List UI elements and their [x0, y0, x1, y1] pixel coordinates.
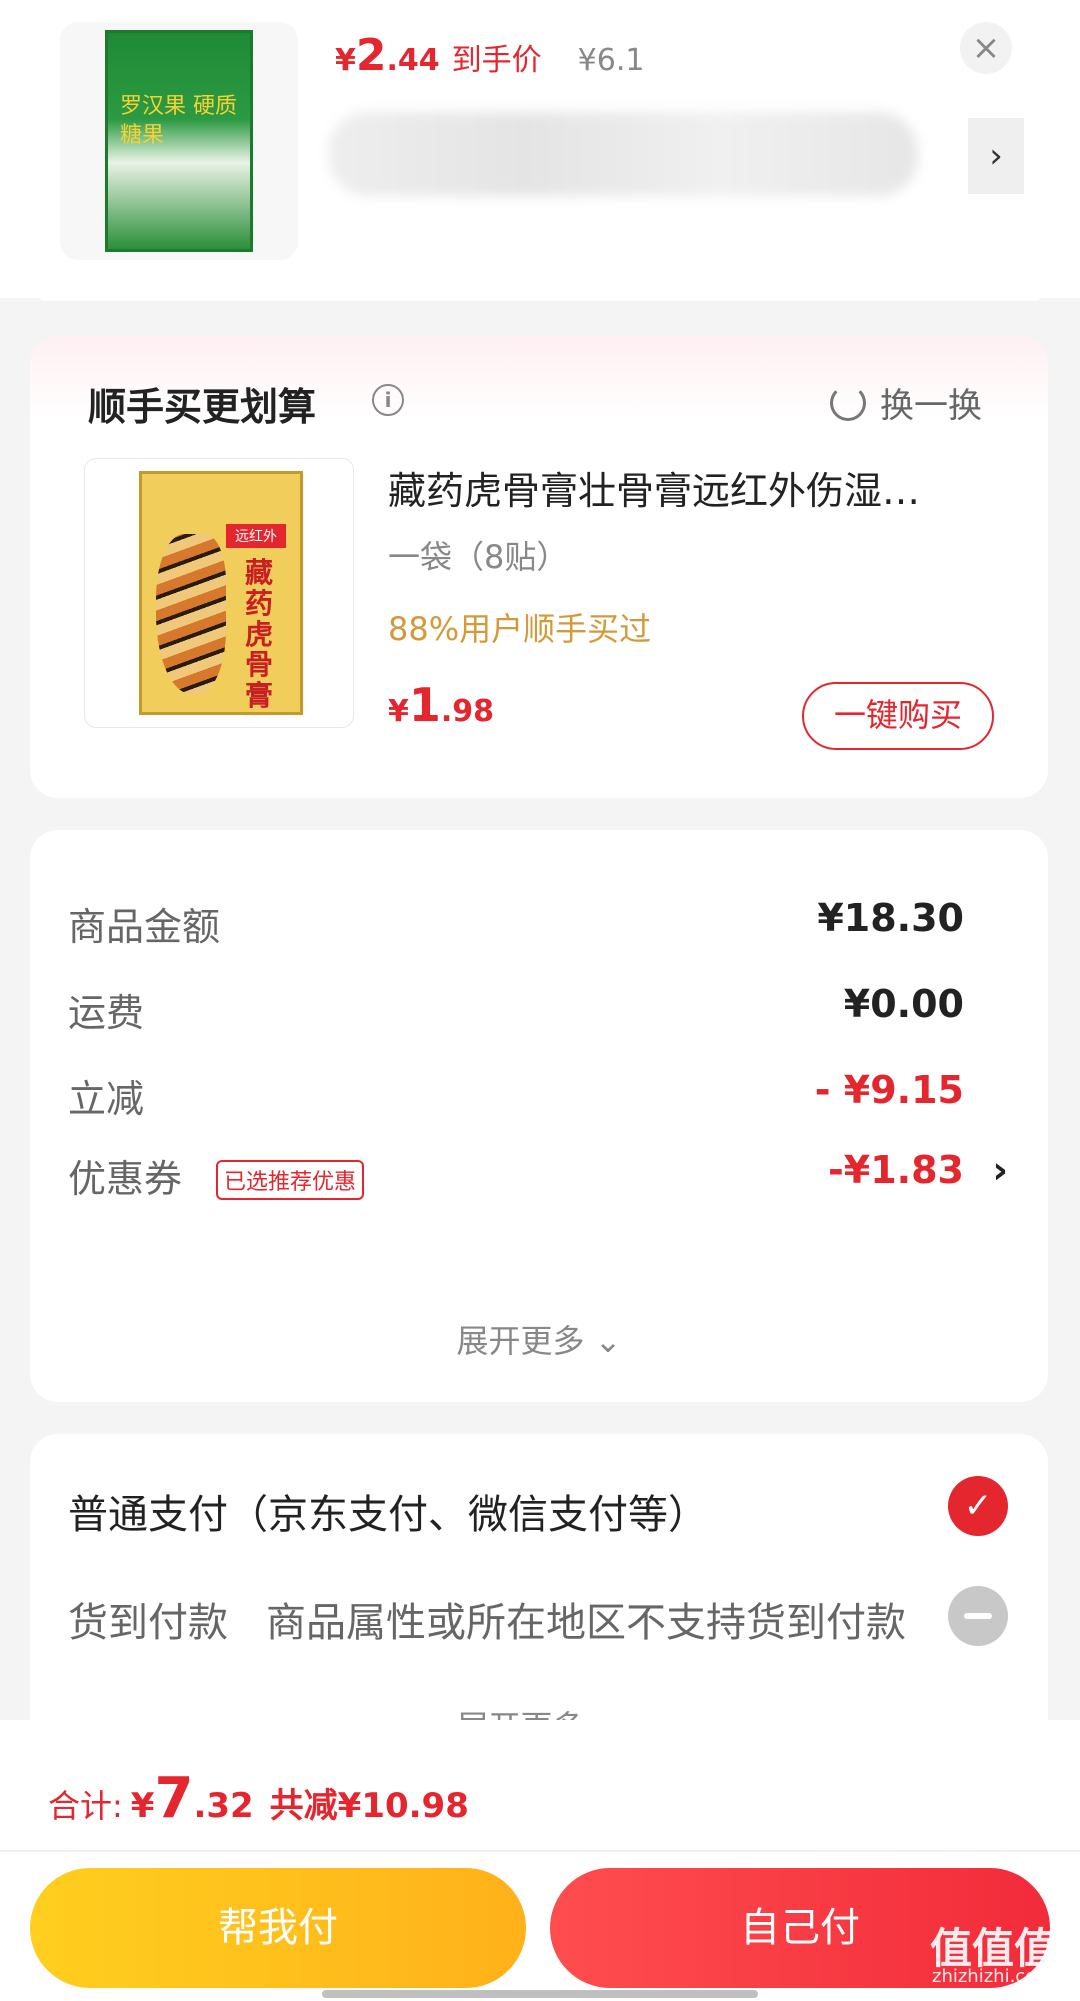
coupon-badge: 已选推荐优惠	[216, 1160, 365, 1200]
close-icon[interactable]: ×	[960, 22, 1012, 74]
top-product-image[interactable]: 罗汉果 硬质糖果	[60, 22, 298, 260]
box-name: 藏药虎骨膏	[244, 556, 273, 713]
box-label: 远红外	[226, 524, 286, 548]
swap-label: 换一换	[880, 386, 982, 426]
info-icon[interactable]: i	[372, 384, 404, 416]
checkmark-icon[interactable]: ✓	[948, 1476, 1008, 1536]
total-amount: 合计: ¥ 7 .32 共减¥10.98	[48, 1766, 469, 1831]
price-summary-card: 商品金额 ¥18.30 运费 ¥0.00 立减 - ¥9.15 优惠券 已选推荐…	[30, 830, 1048, 1402]
addon-title: 顺手买更划算	[88, 385, 317, 429]
chevron-right-icon[interactable]: ›	[992, 1148, 1008, 1192]
refresh-icon	[830, 384, 866, 421]
expand-more-link[interactable]: 展开更多 ⌄	[30, 1316, 1048, 1362]
divider	[0, 1850, 1080, 1852]
summary-row-coupon[interactable]: 优惠券 已选推荐优惠 -¥1.83 ›	[68, 1148, 1008, 1208]
addon-product-name[interactable]: 藏药虎骨膏壮骨膏远红外伤湿…	[388, 460, 988, 515]
addon-purchase-rate: 88%用户顺手买过	[388, 610, 652, 648]
addon-product-image[interactable]: 远红外 藏药虎骨膏	[84, 458, 354, 728]
summary-row-shipping: 运费 ¥0.00	[68, 982, 964, 1035]
addon-price: ¥ 1 .98	[388, 678, 495, 732]
payment-option-cod: 货到付款 商品属性或所在地区不支持货到付款	[68, 1586, 1038, 1650]
addon-card: 顺手买更划算 i 换一换 远红外 藏药虎骨膏 藏药虎骨膏壮骨膏远红外伤湿… 一袋…	[30, 336, 1048, 798]
watermark-url: zhizhizhi.com	[932, 1966, 1054, 1987]
top-product-card: 罗汉果 硬质糖果 ¥ 2 .44 到手价 ¥6.1 × ›	[0, 0, 1080, 298]
top-product-price: ¥ 2 .44 到手价 ¥6.1	[335, 30, 645, 81]
one-click-buy-button[interactable]: 一键购买	[802, 682, 994, 750]
summary-row-goods: 商品金额 ¥18.30	[68, 896, 964, 949]
home-indicator[interactable]	[322, 1990, 758, 1998]
bottom-checkout-bar: 合计: ¥ 7 .32 共减¥10.98 帮我付 自己付	[0, 1720, 1080, 2001]
tiger-plaster-box: 远红外 藏药虎骨膏	[139, 471, 303, 715]
swap-button[interactable]: 换一换	[830, 378, 982, 427]
original-price: ¥6.1	[577, 43, 645, 78]
total-savings: 共减¥10.98	[269, 1786, 469, 1826]
top-product-box-text: 罗汉果 硬质糖果	[120, 94, 237, 148]
top-product-box: 罗汉果 硬质糖果	[105, 30, 253, 252]
tiger-illustration	[156, 534, 226, 694]
separator	[40, 295, 1040, 301]
payment-card: 普通支付（京东支付、微信支付等） ✓ 货到付款 商品属性或所在地区不支持货到付款…	[30, 1434, 1048, 1764]
summary-row-discount: 立减 - ¥9.15	[68, 1068, 964, 1121]
payment-option-normal[interactable]: 普通支付（京东支付、微信支付等） ✓	[68, 1476, 1038, 1542]
addon-product-spec: 一袋（8贴）	[388, 538, 569, 576]
final-price-tag: 到手价	[451, 43, 542, 78]
disabled-icon	[948, 1586, 1008, 1646]
help-me-pay-button[interactable]: 帮我付	[30, 1868, 526, 1988]
chevron-right-icon[interactable]: ›	[968, 118, 1024, 194]
blurred-info-bar	[328, 112, 918, 196]
